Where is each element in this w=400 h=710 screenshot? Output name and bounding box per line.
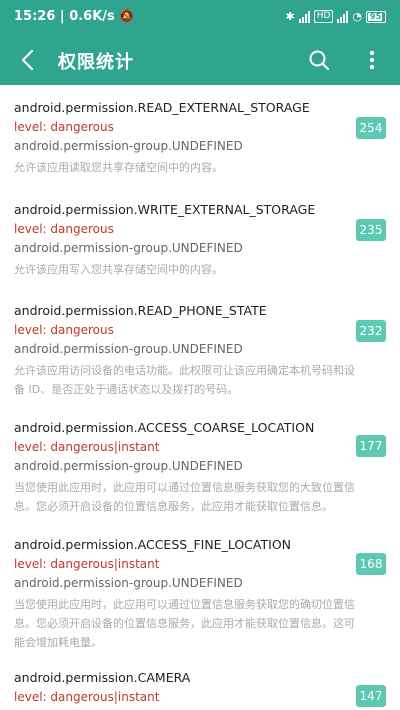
signal-icon (298, 10, 310, 23)
permission-description: 当您使用此应用时，此应用可以通过位置信息服务获取您的大致位置信息。您必须开启设备… (14, 481, 355, 513)
permission-name: android.permission.ACCESS_FINE_LOCATION (14, 537, 292, 552)
mute-icon: 🔕 (119, 9, 135, 23)
permission-name: android.permission.READ_PHONE_STATE (14, 303, 267, 318)
permission-name: android.permission.WRITE_EXTERNAL_STORAG… (14, 202, 316, 217)
permission-level: level: dangerous|instant (14, 440, 160, 454)
permission-level: level: dangerous|instant (14, 690, 160, 704)
usage-count-badge: 254 (356, 117, 386, 139)
permission-level: level: dangerous (14, 222, 114, 236)
status-right: ✱ HD ◔ 95 (285, 10, 386, 23)
permission-level: level: dangerous (14, 323, 114, 337)
usage-count-badge: 177 (356, 435, 386, 457)
wifi-icon: ◔ (352, 10, 362, 23)
usage-count-badge: 232 (356, 320, 386, 342)
permission-group: android.permission-group.UNDEFINED (14, 576, 243, 590)
permission-level: level: dangerous|instant (14, 557, 160, 571)
page-title: 权限统计 (58, 52, 134, 73)
permission-description: 允许该应用访问设备的电话功能。此权限可让该应用确定本机号码和设备 ID、是否正处… (14, 364, 355, 396)
status-time-text: 15:26 (14, 9, 56, 24)
permission-description: 允许该应用写入您共享存储空间中的内容。 (14, 263, 223, 276)
status-bar: 15:26 | 0.6K/s 🔕 ✱ HD ◔ 95 (0, 0, 400, 36)
permission-level: level: dangerous (14, 120, 114, 134)
usage-count-badge: 168 (356, 553, 386, 575)
toolbar: 权限统计 (0, 36, 400, 85)
permission-name: android.permission.ACCESS_COARSE_LOCATIO… (14, 420, 315, 435)
signal-icon-2 (337, 10, 349, 23)
permission-group: android.permission-group.UNDEFINED (14, 241, 243, 255)
battery-icon: 95 (366, 10, 386, 23)
hd-badge: HD (313, 10, 334, 23)
permission-group: android.permission-group.UNDEFINED (14, 139, 243, 153)
usage-count-badge: 147 (356, 685, 386, 707)
permission-list[interactable]: android.permission.READ_EXTERNAL_STORAGE… (0, 85, 400, 710)
status-time: 15:26 | 0.6K/s 🔕 (14, 9, 135, 24)
usage-count-badge: 235 (356, 219, 386, 241)
search-icon[interactable] (305, 46, 333, 74)
permission-description: 当您使用此应用时，此应用可以通过位置信息服务获取您的确切位置信息。您必须开启设备… (14, 598, 355, 649)
bluetooth-icon: ✱ (285, 10, 295, 23)
network-speed: 0.6K/s (69, 9, 115, 24)
permission-group: android.permission-group.UNDEFINED (14, 459, 243, 473)
more-vert-icon[interactable] (360, 46, 384, 74)
permission-group: android.permission-group.UNDEFINED (14, 342, 243, 356)
permission-name: android.permission.READ_EXTERNAL_STORAGE (14, 100, 310, 115)
app-bar: 15:26 | 0.6K/s 🔕 ✱ HD ◔ 95 权限统计 (0, 0, 400, 85)
permission-name: android.permission.CAMERA (14, 670, 191, 685)
permission-description: 允许该应用读取您共享存储空间中的内容。 (14, 161, 223, 174)
back-arrow-icon[interactable] (14, 46, 42, 74)
battery-level: 95 (370, 11, 382, 21)
